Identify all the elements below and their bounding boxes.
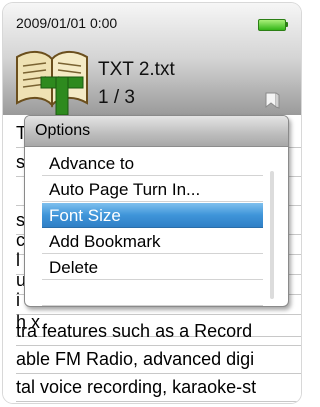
menu-item-delete[interactable]: Delete — [42, 255, 263, 280]
options-title: Options — [35, 122, 91, 139]
header: 2009/01/01 0:00 TXT 2.txt 1 / 3 — [3, 3, 301, 115]
menu-item-font-size[interactable]: Font Size — [42, 203, 263, 228]
menu-item-add-bookmark[interactable]: Add Bookmark — [42, 229, 263, 254]
page-indicator: 1 / 3 — [98, 87, 135, 108]
text-book-icon — [16, 51, 88, 115]
text-line: tra features such as a Record — [16, 317, 301, 346]
battery-tip — [285, 22, 288, 27]
menu-item-empty — [42, 281, 263, 306]
options-title-bar: Options — [25, 116, 288, 147]
options-menu: Options Advance to Auto Page Turn In... … — [24, 115, 289, 307]
text-line: tal voice recording, karaoke-st — [16, 373, 301, 402]
media-player-screen: 2009/01/01 0:00 TXT 2.txt 1 / 3 T s s c … — [0, 0, 306, 407]
file-name: TXT 2.txt — [98, 59, 175, 80]
battery-icon — [258, 19, 286, 31]
screen: 2009/01/01 0:00 TXT 2.txt 1 / 3 T s s c … — [3, 3, 301, 403]
options-scrollbar[interactable] — [270, 171, 274, 299]
datetime: 2009/01/01 0:00 — [16, 15, 118, 31]
text-line: able FM Radio, advanced digi — [16, 345, 301, 374]
menu-item-advance-to[interactable]: Advance to — [42, 151, 263, 176]
menu-item-auto-page-turn[interactable]: Auto Page Turn In... — [42, 177, 263, 202]
bookmark-icon — [265, 92, 280, 109]
